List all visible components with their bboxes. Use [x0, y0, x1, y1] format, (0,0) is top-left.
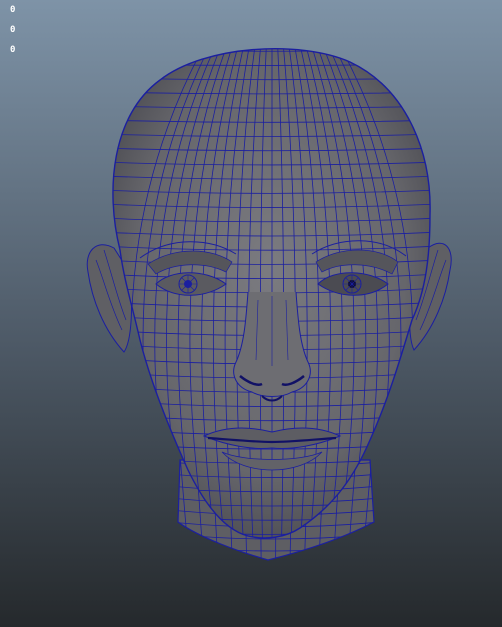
hud-readout-2: 0: [10, 25, 16, 35]
3d-viewport[interactable]: 0 0 0: [0, 0, 502, 627]
hud-readouts: 0 0 0: [10, 0, 15, 60]
hud-readout-3: 0: [10, 45, 16, 55]
viewport-canvas[interactable]: [0, 0, 502, 627]
hud-readout-1: 0: [10, 5, 16, 15]
